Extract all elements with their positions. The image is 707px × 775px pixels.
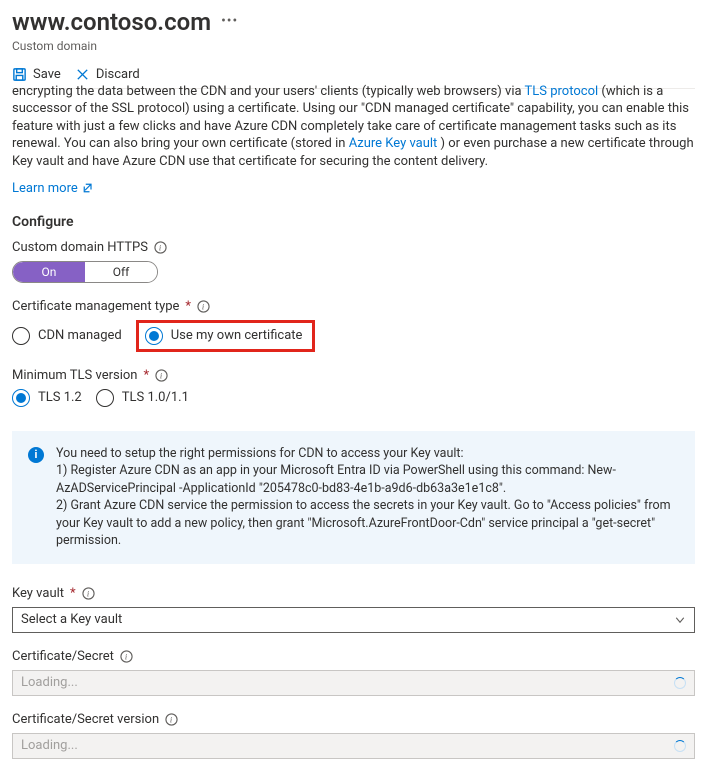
info-icon[interactable]: i	[82, 587, 95, 600]
tls-option-1-2[interactable]: TLS 1.2	[12, 389, 82, 407]
certificate-secret-label: Certificate/Secret i	[12, 649, 695, 664]
save-icon	[12, 67, 27, 82]
toolbar: Save Discard	[12, 67, 695, 82]
required-marker: *	[143, 368, 149, 383]
min-tls-version-label: Minimum TLS version * i	[12, 368, 695, 383]
https-toggle-on[interactable]: On	[13, 262, 85, 282]
radio-icon	[96, 389, 114, 407]
required-marker: *	[70, 586, 76, 601]
cert-mgmt-type-label: Certificate management type * i	[12, 299, 695, 314]
radio-icon	[145, 327, 163, 345]
certificate-secret-value: Loading...	[21, 675, 78, 690]
discard-button[interactable]: Discard	[75, 67, 140, 82]
info-icon[interactable]: i	[155, 369, 168, 382]
save-button[interactable]: Save	[12, 67, 61, 82]
required-marker: *	[185, 299, 191, 314]
key-vault-select[interactable]: Select a Key vault	[12, 607, 695, 633]
info-badge-icon: i	[28, 447, 44, 463]
certificate-secret-version-select: Loading...	[12, 733, 695, 759]
info-icon[interactable]: i	[120, 650, 133, 663]
highlight-box: Use my own certificate	[136, 320, 316, 352]
configure-heading: Configure	[12, 214, 695, 230]
loading-spinner-icon	[674, 677, 686, 689]
https-toggle[interactable]: On Off	[12, 261, 158, 283]
svg-text:i: i	[86, 589, 89, 598]
radio-icon	[12, 327, 30, 345]
learn-more-link[interactable]: Learn more	[12, 181, 94, 196]
info-icon[interactable]: i	[197, 300, 210, 313]
cert-mgmt-option-cdn-managed[interactable]: CDN managed	[12, 327, 122, 345]
keyvault-permissions-info: i You need to setup the right permission…	[12, 431, 695, 564]
https-toggle-off[interactable]: Off	[85, 262, 157, 282]
azure-key-vault-link[interactable]: Azure Key vault	[349, 136, 438, 151]
tls-option-1-0-1-1[interactable]: TLS 1.0/1.1	[96, 389, 189, 407]
svg-text:i: i	[170, 715, 173, 724]
svg-text:i: i	[159, 243, 162, 252]
save-label: Save	[33, 67, 61, 82]
key-vault-label: Key vault * i	[12, 586, 695, 601]
more-actions-icon[interactable]: •••	[221, 13, 238, 31]
info-icon[interactable]: i	[165, 713, 178, 726]
page-subtitle: Custom domain	[12, 39, 695, 53]
svg-text:i: i	[125, 652, 128, 661]
tls-protocol-link[interactable]: TLS protocol	[525, 84, 599, 99]
certificate-secret-version-value: Loading...	[21, 738, 78, 753]
certificate-secret-select: Loading...	[12, 670, 695, 696]
key-vault-placeholder: Select a Key vault	[21, 612, 122, 627]
page-title: www.contoso.com	[12, 8, 211, 37]
certificate-secret-version-label: Certificate/Secret version i	[12, 712, 695, 727]
chevron-down-icon	[674, 614, 686, 626]
external-link-icon	[82, 182, 94, 194]
svg-text:i: i	[160, 371, 163, 380]
description-text: encrypting the data between the CDN and …	[12, 83, 695, 171]
loading-spinner-icon	[674, 740, 686, 752]
custom-domain-https-label: Custom domain HTTPS i	[12, 240, 695, 255]
cert-mgmt-option-own-certificate[interactable]: Use my own certificate	[145, 327, 303, 345]
discard-label: Discard	[96, 67, 140, 82]
info-icon[interactable]: i	[154, 241, 167, 254]
close-icon	[75, 67, 90, 82]
svg-text:i: i	[202, 302, 205, 311]
radio-icon	[12, 389, 30, 407]
